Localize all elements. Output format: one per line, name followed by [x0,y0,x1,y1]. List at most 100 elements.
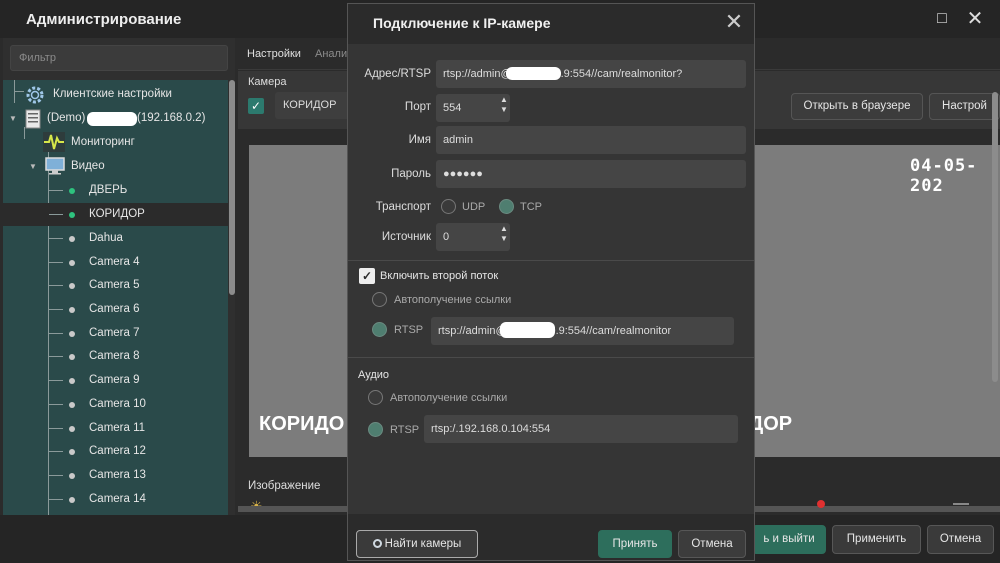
spin-down-icon[interactable]: ▼ [499,234,509,243]
divider [348,260,754,261]
monitor-icon [45,157,65,175]
tree-item-camera[interactable]: Camera 6 [3,298,228,321]
dialog-cancel-button[interactable]: Отмена [678,530,746,558]
tree-item-camera[interactable]: Camera 14 [3,488,228,511]
username-field[interactable] [436,126,746,154]
camera-label: Camera 7 [89,327,140,339]
camera-label: Camera 6 [89,303,140,315]
second-stream-checkbox[interactable]: ✓ [359,268,375,284]
tree-item-camera[interactable]: Dahua [3,227,228,250]
admin-title: Администрирование [26,11,182,28]
tree-item-video[interactable]: ▼ Видео [3,155,228,178]
tree-item-monitoring[interactable]: Мониторинг [3,131,228,154]
content-scrollbar[interactable] [992,92,998,382]
tab-analytics[interactable]: Анали [315,48,347,60]
find-cameras-button[interactable]: Найти камеры [356,530,478,558]
camera-label: Camera 13 [89,469,146,481]
camera-label: КОРИДОР [89,208,145,220]
spin-up-icon[interactable]: ▲ [499,95,509,104]
second-auto-link-radio[interactable] [372,292,387,307]
transport-label: Транспорт [375,201,431,213]
camera-section-label: Камера [248,76,287,88]
address-label: Адрес/RTSP [364,68,431,80]
camera-name-field[interactable]: КОРИДОР [275,92,355,119]
transport-udp-radio[interactable] [441,199,456,214]
tree-item-server[interactable]: ▼ (Demo) (192.168.0.2) [3,107,228,130]
audio-rtsp-radio[interactable] [368,422,383,437]
tree-item-camera[interactable]: ДВЕРЬ [3,179,228,202]
port-label: Порт [404,101,431,113]
tree-item-camera[interactable]: Camera 4 [3,251,228,274]
redaction [87,112,137,126]
camera-label: Camera 4 [89,256,140,268]
camera-enabled-checkbox[interactable]: ✓ [248,98,264,114]
status-dot-icon [69,378,75,384]
apply-exit-button[interactable]: ь и выйти [752,525,826,554]
chevron-down-icon[interactable]: ▼ [9,107,17,130]
close-icon[interactable]: ✕ [965,9,985,29]
camera-label: Camera 9 [89,374,140,386]
source-label: Источник [381,231,431,243]
tree-item-camera-selected[interactable]: КОРИДОР [3,203,228,226]
monitoring-icon [43,132,65,152]
dialog-footer: Найти камеры Принять Отмена [348,514,754,560]
tree-item-camera[interactable]: Camera 7 [3,322,228,345]
tree-label: Видео [71,160,105,172]
cancel-button[interactable]: Отмена [927,525,994,554]
password-field[interactable] [436,160,746,188]
tree-item-camera[interactable]: Camera 10 [3,393,228,416]
audio-rtsp-label: RTSP [390,424,420,436]
server-ip: (192.168.0.2) [137,112,206,124]
filter-input[interactable] [10,45,228,71]
tree-item-camera[interactable]: Camera 13 [3,464,228,487]
tree-item-client-settings[interactable]: Клиентские настройки [3,83,228,106]
audio-rtsp-field[interactable] [424,415,738,443]
server-icon [25,109,41,129]
camera-label: Camera 5 [89,279,140,291]
status-dot-icon [69,497,75,503]
tree-label: Мониторинг [71,136,135,148]
transport-tcp-radio[interactable] [499,199,514,214]
status-dot-icon [69,212,75,218]
close-icon[interactable]: ✕ [723,11,745,33]
maximize-icon[interactable]: □ [932,9,952,29]
dialog-titlebar: Подключение к IP-камере ✕ [348,4,754,44]
device-tree: Клиентские настройки ▼ (Demo) (192.168.0… [3,80,228,515]
camera-label: Camera 10 [89,398,146,410]
status-dot-icon [69,354,75,360]
spin-down-icon[interactable]: ▼ [499,105,509,114]
tree-item-camera[interactable]: Camera 12 [3,440,228,463]
status-dot-icon [69,402,75,408]
status-dot-icon [69,307,75,313]
second-rtsp-field[interactable] [431,317,734,345]
second-rtsp-radio[interactable] [372,322,387,337]
audio-section-label: Аудио [358,369,390,381]
tab-settings[interactable]: Настройки [247,48,301,60]
dialog-body: Адрес/RTSP Порт ▲ ▼ Имя Пароль Транспорт… [348,44,754,514]
tree-item-camera[interactable]: Camera 5 [3,274,228,297]
open-browser-button[interactable]: Открыть в браузере [791,93,923,120]
tree-item-camera[interactable]: Camera 9 [3,369,228,392]
tree-item-camera[interactable]: Camera 11 [3,417,228,440]
tree-scrollbar[interactable] [229,80,235,295]
second-auto-link-label: Автополучение ссылки [394,294,512,306]
apply-button[interactable]: Применить [832,525,921,554]
audio-auto-link-radio[interactable] [368,390,383,405]
password-label: Пароль [391,168,431,180]
server-label: (Demo) [47,112,86,124]
chevron-down-icon[interactable]: ▼ [29,155,37,178]
spin-up-icon[interactable]: ▲ [499,224,509,233]
tree-item-camera[interactable]: Camera 8 [3,345,228,368]
divider [348,357,754,358]
slider-handle[interactable] [817,500,825,508]
image-section-label: Изображение [248,480,321,492]
camera-label: Dahua [89,232,123,244]
status-dot-icon [69,236,75,242]
camera-settings-button[interactable]: Настрой [929,93,1000,120]
status-dot-icon [69,283,75,289]
accept-button[interactable]: Принять [598,530,672,558]
tree-label: Клиентские настройки [53,88,172,100]
second-rtsp-label: RTSP [394,324,424,336]
address-field[interactable] [436,60,746,88]
camera-label: Camera 12 [89,445,146,457]
